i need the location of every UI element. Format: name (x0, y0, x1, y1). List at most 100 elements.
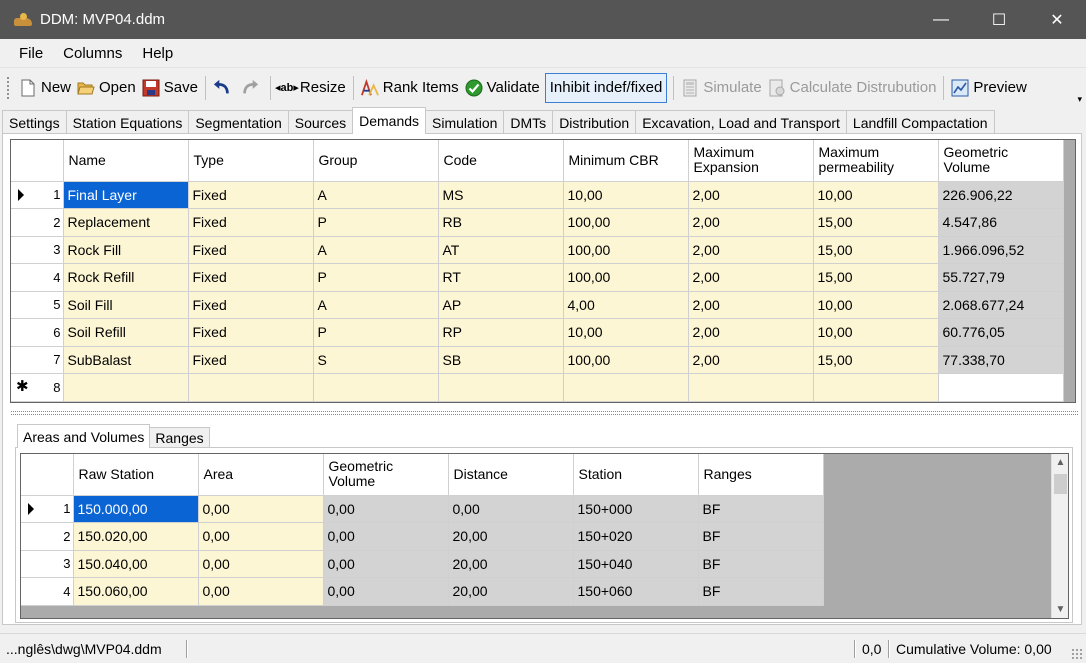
minimum-cbr-cell[interactable]: 4,00 (563, 291, 689, 319)
code-cell[interactable]: SB (438, 346, 564, 374)
column-header-maximum-expansion[interactable]: Maximum Expansion (688, 140, 814, 182)
toolbar-grip[interactable] (6, 75, 10, 100)
column-header-group[interactable]: Group (313, 140, 439, 182)
tab-sources[interactable]: Sources (287, 110, 354, 134)
resize-button[interactable]: ◂ab▸ Resize (275, 73, 349, 103)
ranges-cell[interactable]: BF (698, 495, 824, 523)
name-cell[interactable]: Final Layer (63, 181, 189, 209)
type-cell[interactable]: Fixed (188, 263, 314, 292)
menu-file[interactable]: File (9, 45, 53, 62)
new-row-cell[interactable] (188, 373, 314, 402)
new-button[interactable]: New (16, 73, 74, 103)
raw-station-cell[interactable]: 150.040,00 (73, 550, 199, 578)
new-row-cell[interactable] (438, 373, 564, 402)
geometric-volume-cell[interactable]: 4.547,86 (938, 208, 1064, 237)
area-cell[interactable]: 0,00 (198, 577, 324, 606)
scroll-thumb[interactable] (1054, 474, 1067, 494)
area-cell[interactable]: 0,00 (198, 495, 324, 523)
geometric-volume-cell[interactable]: 1.966.096,52 (938, 236, 1064, 264)
geometric-volume-cell[interactable]: 226.906,22 (938, 181, 1064, 209)
row-header[interactable]: 5 (11, 291, 64, 319)
geometric-volume-cell[interactable]: 77.338,70 (938, 346, 1064, 374)
geometric-volume-cell[interactable]: 2.068.677,24 (938, 291, 1064, 319)
name-cell[interactable]: Soil Fill (63, 291, 189, 319)
type-cell[interactable]: Fixed (188, 346, 314, 374)
maximum-expansion-cell[interactable]: 2,00 (688, 263, 814, 292)
row-header[interactable]: 4 (21, 577, 74, 606)
minimum-cbr-cell[interactable]: 10,00 (563, 181, 689, 209)
undo-button[interactable] (210, 73, 238, 103)
splitter[interactable] (11, 411, 1078, 415)
scroll-up-icon[interactable]: ▲ (1052, 454, 1068, 471)
vertical-scrollbar[interactable]: ▲ ▼ (1051, 454, 1068, 618)
maximum-permeability-cell[interactable]: 10,00 (813, 318, 939, 347)
simulate-button[interactable]: Simulate (678, 73, 764, 103)
maximum-expansion-cell[interactable]: 2,00 (688, 208, 814, 237)
geometric-volume-cell[interactable]: 0,00 (323, 577, 449, 606)
station-cell[interactable]: 150+040 (573, 550, 699, 578)
row-header[interactable]: 3 (11, 236, 64, 264)
code-cell[interactable]: MS (438, 181, 564, 209)
size-grip[interactable] (1071, 648, 1083, 660)
code-cell[interactable]: AT (438, 236, 564, 264)
geometric-volume-cell[interactable]: 60.776,05 (938, 318, 1064, 347)
minimum-cbr-cell[interactable]: 100,00 (563, 208, 689, 237)
column-header-maximum-permeability[interactable]: Maximum permeability (813, 140, 939, 182)
code-cell[interactable]: RT (438, 263, 564, 292)
maximum-expansion-cell[interactable]: 2,00 (688, 346, 814, 374)
minimum-cbr-cell[interactable]: 10,00 (563, 318, 689, 347)
table-row[interactable]: 7 SubBalast Fixed S SB 100,00 2,00 15,00 77.338,… (11, 346, 1064, 374)
new-row-cell[interactable] (63, 373, 189, 402)
group-cell[interactable]: P (313, 263, 439, 292)
tab-demands[interactable]: Demands (352, 107, 427, 134)
maximum-expansion-cell[interactable]: 2,00 (688, 318, 814, 347)
tab-excavation[interactable]: Excavation, Load and Transport (635, 110, 847, 134)
name-cell[interactable]: Rock Refill (63, 263, 189, 292)
save-button[interactable]: Save (139, 73, 201, 103)
group-cell[interactable]: S (313, 346, 439, 374)
inhibit-indef-fixed-button[interactable]: Inhibit indef/fixed (544, 72, 668, 103)
new-row-cell[interactable] (938, 373, 1064, 402)
code-cell[interactable]: AP (438, 291, 564, 319)
type-cell[interactable]: Fixed (188, 236, 314, 264)
minimum-cbr-cell[interactable]: 100,00 (563, 236, 689, 264)
areas-grid[interactable]: Raw Station Area Geometric Volume Distanc… (20, 453, 1069, 619)
column-header-station[interactable]: Station (573, 454, 699, 496)
ranges-cell[interactable]: BF (698, 577, 824, 606)
maximum-expansion-cell[interactable]: 2,00 (688, 236, 814, 264)
geometric-volume-cell[interactable]: 55.727,79 (938, 263, 1064, 292)
preview-button[interactable]: Preview (948, 73, 1029, 103)
tab-areas-and-volumes[interactable]: Areas and Volumes (17, 424, 151, 448)
table-row[interactable]: 5 Soil Fill Fixed A AP 4,00 2,00 10,00 2.068.677… (11, 291, 1064, 319)
code-cell[interactable]: RB (438, 208, 564, 237)
calculate-distribution-button[interactable]: Calculate Distrubution (765, 73, 940, 103)
row-header[interactable]: 1 (21, 495, 74, 523)
minimize-button[interactable]: — (912, 0, 970, 39)
column-header-minimum-cbr[interactable]: Minimum CBR (563, 140, 689, 182)
maximum-permeability-cell[interactable]: 15,00 (813, 208, 939, 237)
row-header[interactable]: 6 (11, 318, 64, 347)
name-cell[interactable]: Soil Refill (63, 318, 189, 347)
name-cell[interactable]: Rock Fill (63, 236, 189, 264)
station-cell[interactable]: 150+020 (573, 522, 699, 551)
minimum-cbr-cell[interactable]: 100,00 (563, 263, 689, 292)
column-header-geometric-volume[interactable]: Geometric Volume (323, 454, 449, 496)
menu-help[interactable]: Help (132, 45, 183, 62)
maximum-permeability-cell[interactable]: 10,00 (813, 181, 939, 209)
new-row-cell[interactable] (813, 373, 939, 402)
type-cell[interactable]: Fixed (188, 291, 314, 319)
maximum-permeability-cell[interactable]: 15,00 (813, 236, 939, 264)
tab-simulation[interactable]: Simulation (425, 110, 505, 134)
row-header[interactable]: 7 (11, 346, 64, 374)
menu-columns[interactable]: Columns (53, 45, 132, 62)
close-button[interactable]: ✕ (1028, 0, 1086, 39)
geometric-volume-cell[interactable]: 0,00 (323, 522, 449, 551)
table-row[interactable]: 3 150.040,00 0,00 0,00 20,00 150+040 BF (21, 550, 824, 578)
group-cell[interactable]: A (313, 181, 439, 209)
open-button[interactable]: Open (74, 73, 139, 103)
maximum-permeability-cell[interactable]: 10,00 (813, 291, 939, 319)
validate-button[interactable]: Validate (462, 73, 543, 103)
table-row[interactable]: 1 150.000,00 0,00 0,00 0,00 150+000 BF (21, 495, 824, 523)
distance-cell[interactable]: 20,00 (448, 550, 574, 578)
tab-ranges[interactable]: Ranges (149, 427, 210, 448)
